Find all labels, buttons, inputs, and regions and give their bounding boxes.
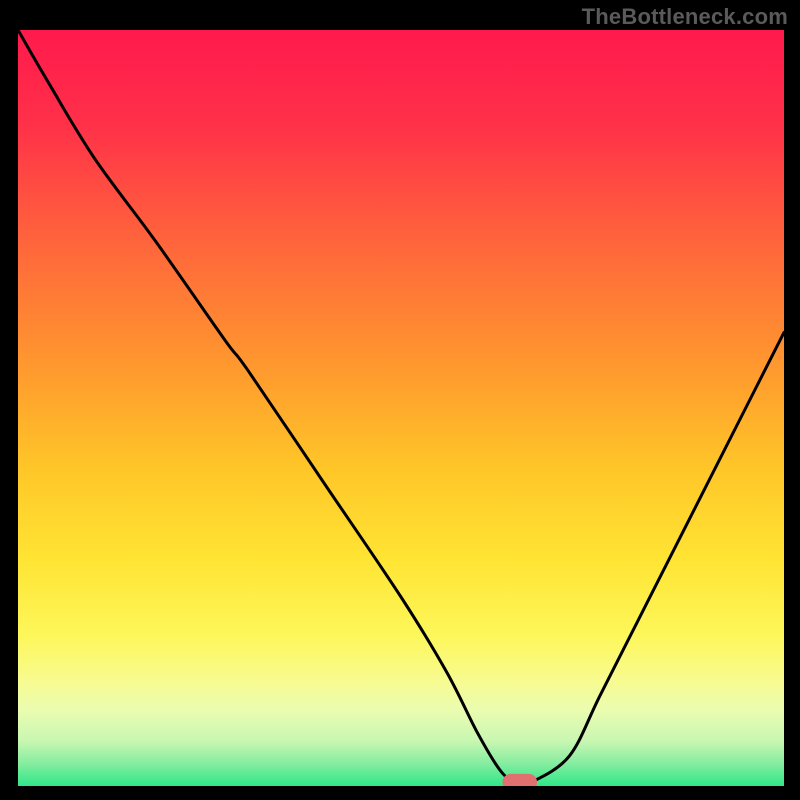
optimal-marker xyxy=(502,774,536,786)
watermark-text: TheBottleneck.com xyxy=(582,4,788,30)
chart-frame: TheBottleneck.com xyxy=(0,0,800,800)
gradient-background xyxy=(18,30,784,786)
bottleneck-chart xyxy=(18,30,784,786)
plot-area xyxy=(18,30,784,786)
